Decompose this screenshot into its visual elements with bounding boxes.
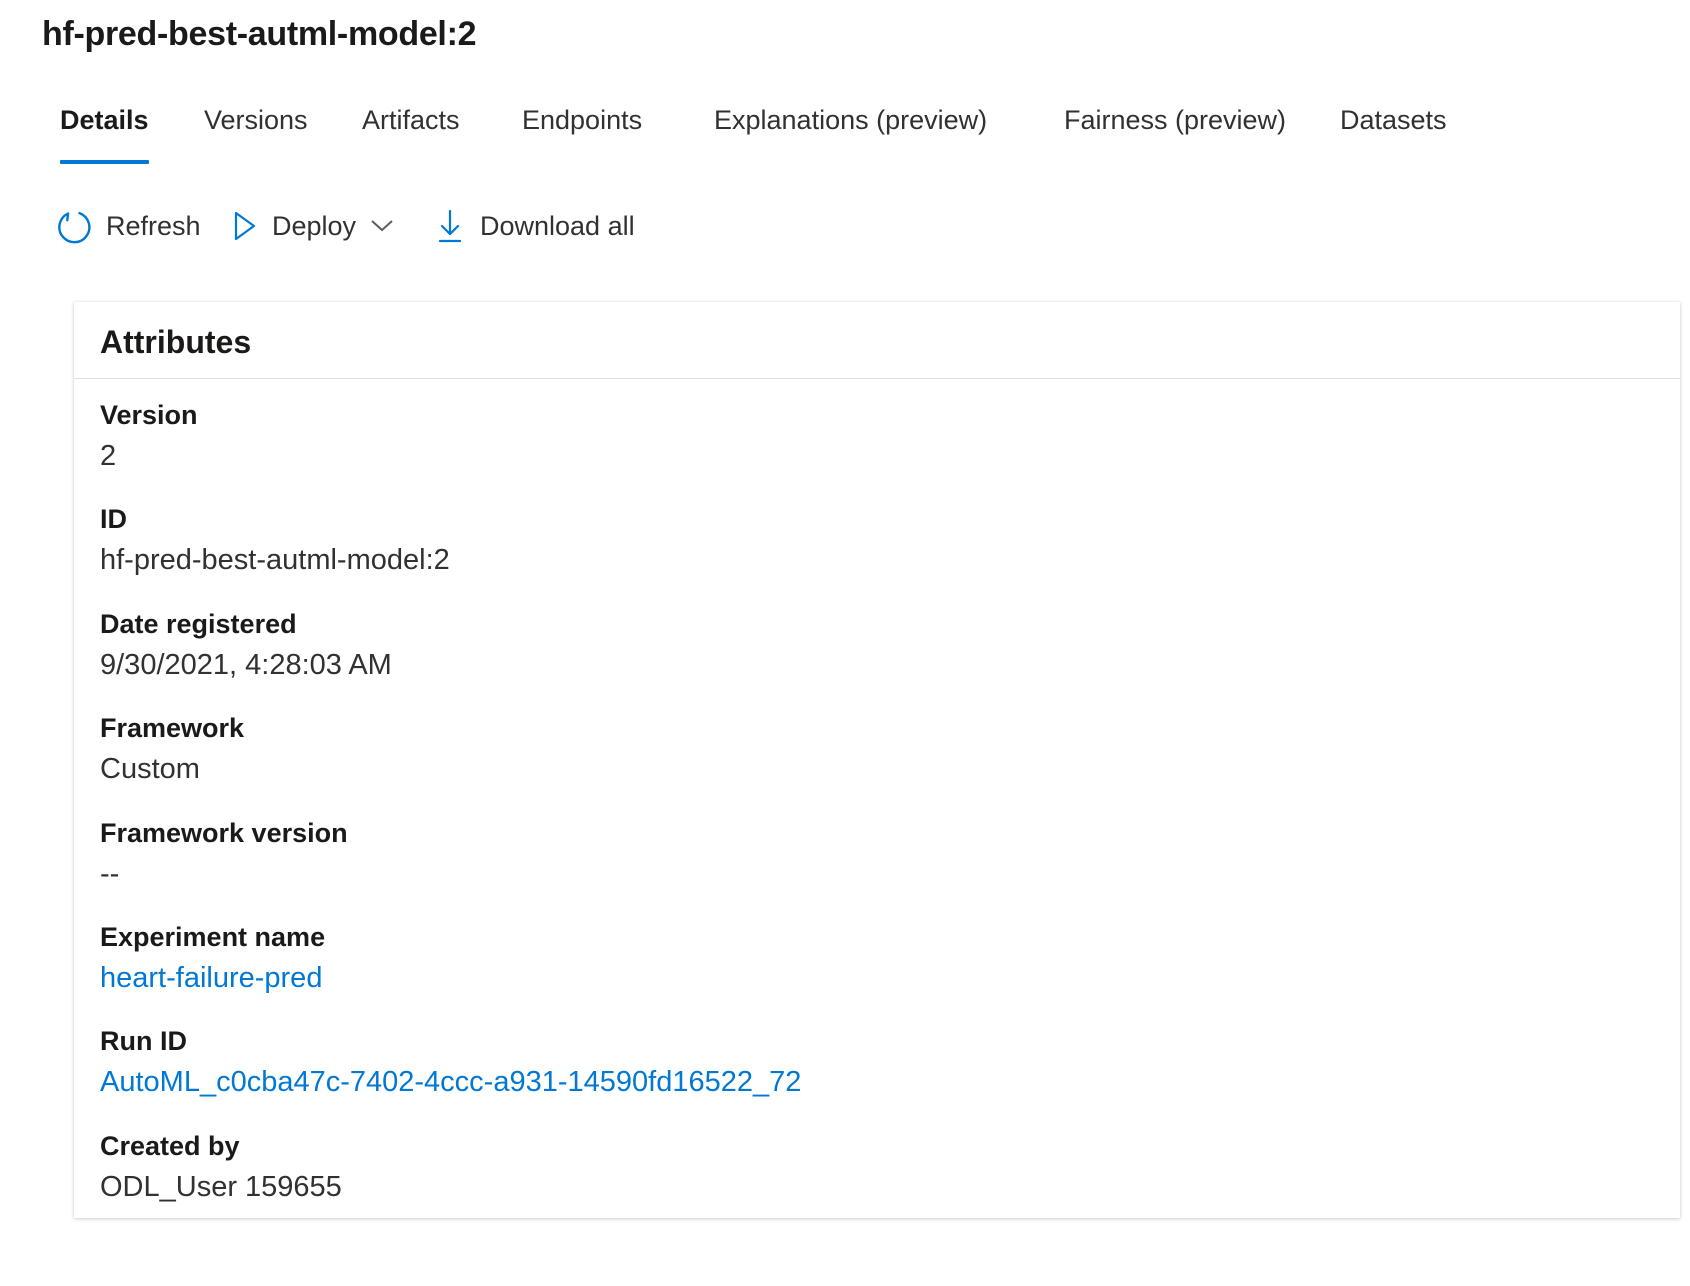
attribute-date-registered: Date registered 9/30/2021, 4:28:03 AM [100, 604, 1680, 708]
attributes-list: Version 2 ID hf-pred-best-autml-model:2 … [74, 379, 1680, 1230]
page-title: hf-pred-best-autml-model:2 [42, 15, 477, 53]
tab-fairness[interactable]: Fairness (preview) [1064, 92, 1286, 164]
attribute-label: Version [100, 400, 198, 430]
attribute-value: Custom [100, 753, 200, 786]
attribute-value: hf-pred-best-autml-model:2 [100, 544, 450, 577]
deploy-button[interactable]: Deploy [232, 198, 394, 254]
command-bar: Refresh Deploy Download all [56, 198, 756, 254]
download-icon [436, 208, 464, 244]
tab-versions[interactable]: Versions [204, 92, 308, 164]
play-icon [232, 210, 258, 242]
attribute-label: ID [100, 504, 127, 535]
attribute-label: Date registered [100, 608, 297, 639]
chevron-down-icon[interactable] [370, 218, 394, 234]
attribute-value: 9/30/2021, 4:28:03 AM [100, 648, 392, 681]
attribute-framework-version: Framework version -- [100, 813, 1680, 917]
tab-endpoints[interactable]: Endpoints [522, 92, 642, 164]
attribute-created-by: Created by ODL_User 159655 [100, 1126, 1680, 1230]
attribute-value: ODL_User 159655 [100, 1170, 342, 1203]
attribute-value: 2 [100, 440, 117, 472]
refresh-button[interactable]: Refresh [56, 198, 201, 254]
attribute-version: Version 2 [100, 395, 1680, 499]
attribute-framework: Framework Custom [100, 708, 1680, 812]
attributes-card: Attributes Version 2 ID hf-pred-best-aut… [74, 302, 1680, 1218]
run-id-link[interactable]: AutoML_c0cba47c-7402-4ccc-a931-14590fd16… [100, 1061, 1680, 1103]
attribute-experiment-name: Experiment name heart-failure-pred [100, 917, 1680, 1021]
download-all-button[interactable]: Download all [436, 198, 635, 254]
tab-details[interactable]: Details [60, 92, 149, 164]
tab-explanations[interactable]: Explanations (preview) [714, 92, 987, 164]
attribute-label: Framework version [100, 817, 348, 848]
tab-artifacts[interactable]: Artifacts [362, 92, 460, 164]
tab-bar: Details Versions Artifacts Endpoints Exp… [60, 92, 1560, 164]
attribute-label: Run ID [100, 1026, 187, 1057]
attributes-title: Attributes [74, 302, 1680, 379]
deploy-label: Deploy [272, 210, 357, 241]
attribute-id: ID hf-pred-best-autml-model:2 [100, 499, 1680, 603]
refresh-icon [56, 208, 92, 244]
attribute-value: -- [100, 857, 120, 890]
attribute-label: Framework [100, 713, 245, 744]
attribute-run-id: Run ID AutoML_c0cba47c-7402-4ccc-a931-14… [100, 1021, 1680, 1125]
experiment-name-link[interactable]: heart-failure-pred [100, 957, 1680, 999]
attribute-label: Created by [100, 1130, 240, 1161]
attribute-label: Experiment name [100, 921, 326, 952]
download-all-label: Download all [480, 210, 635, 241]
tab-datasets[interactable]: Datasets [1340, 92, 1447, 164]
refresh-label: Refresh [106, 210, 201, 241]
